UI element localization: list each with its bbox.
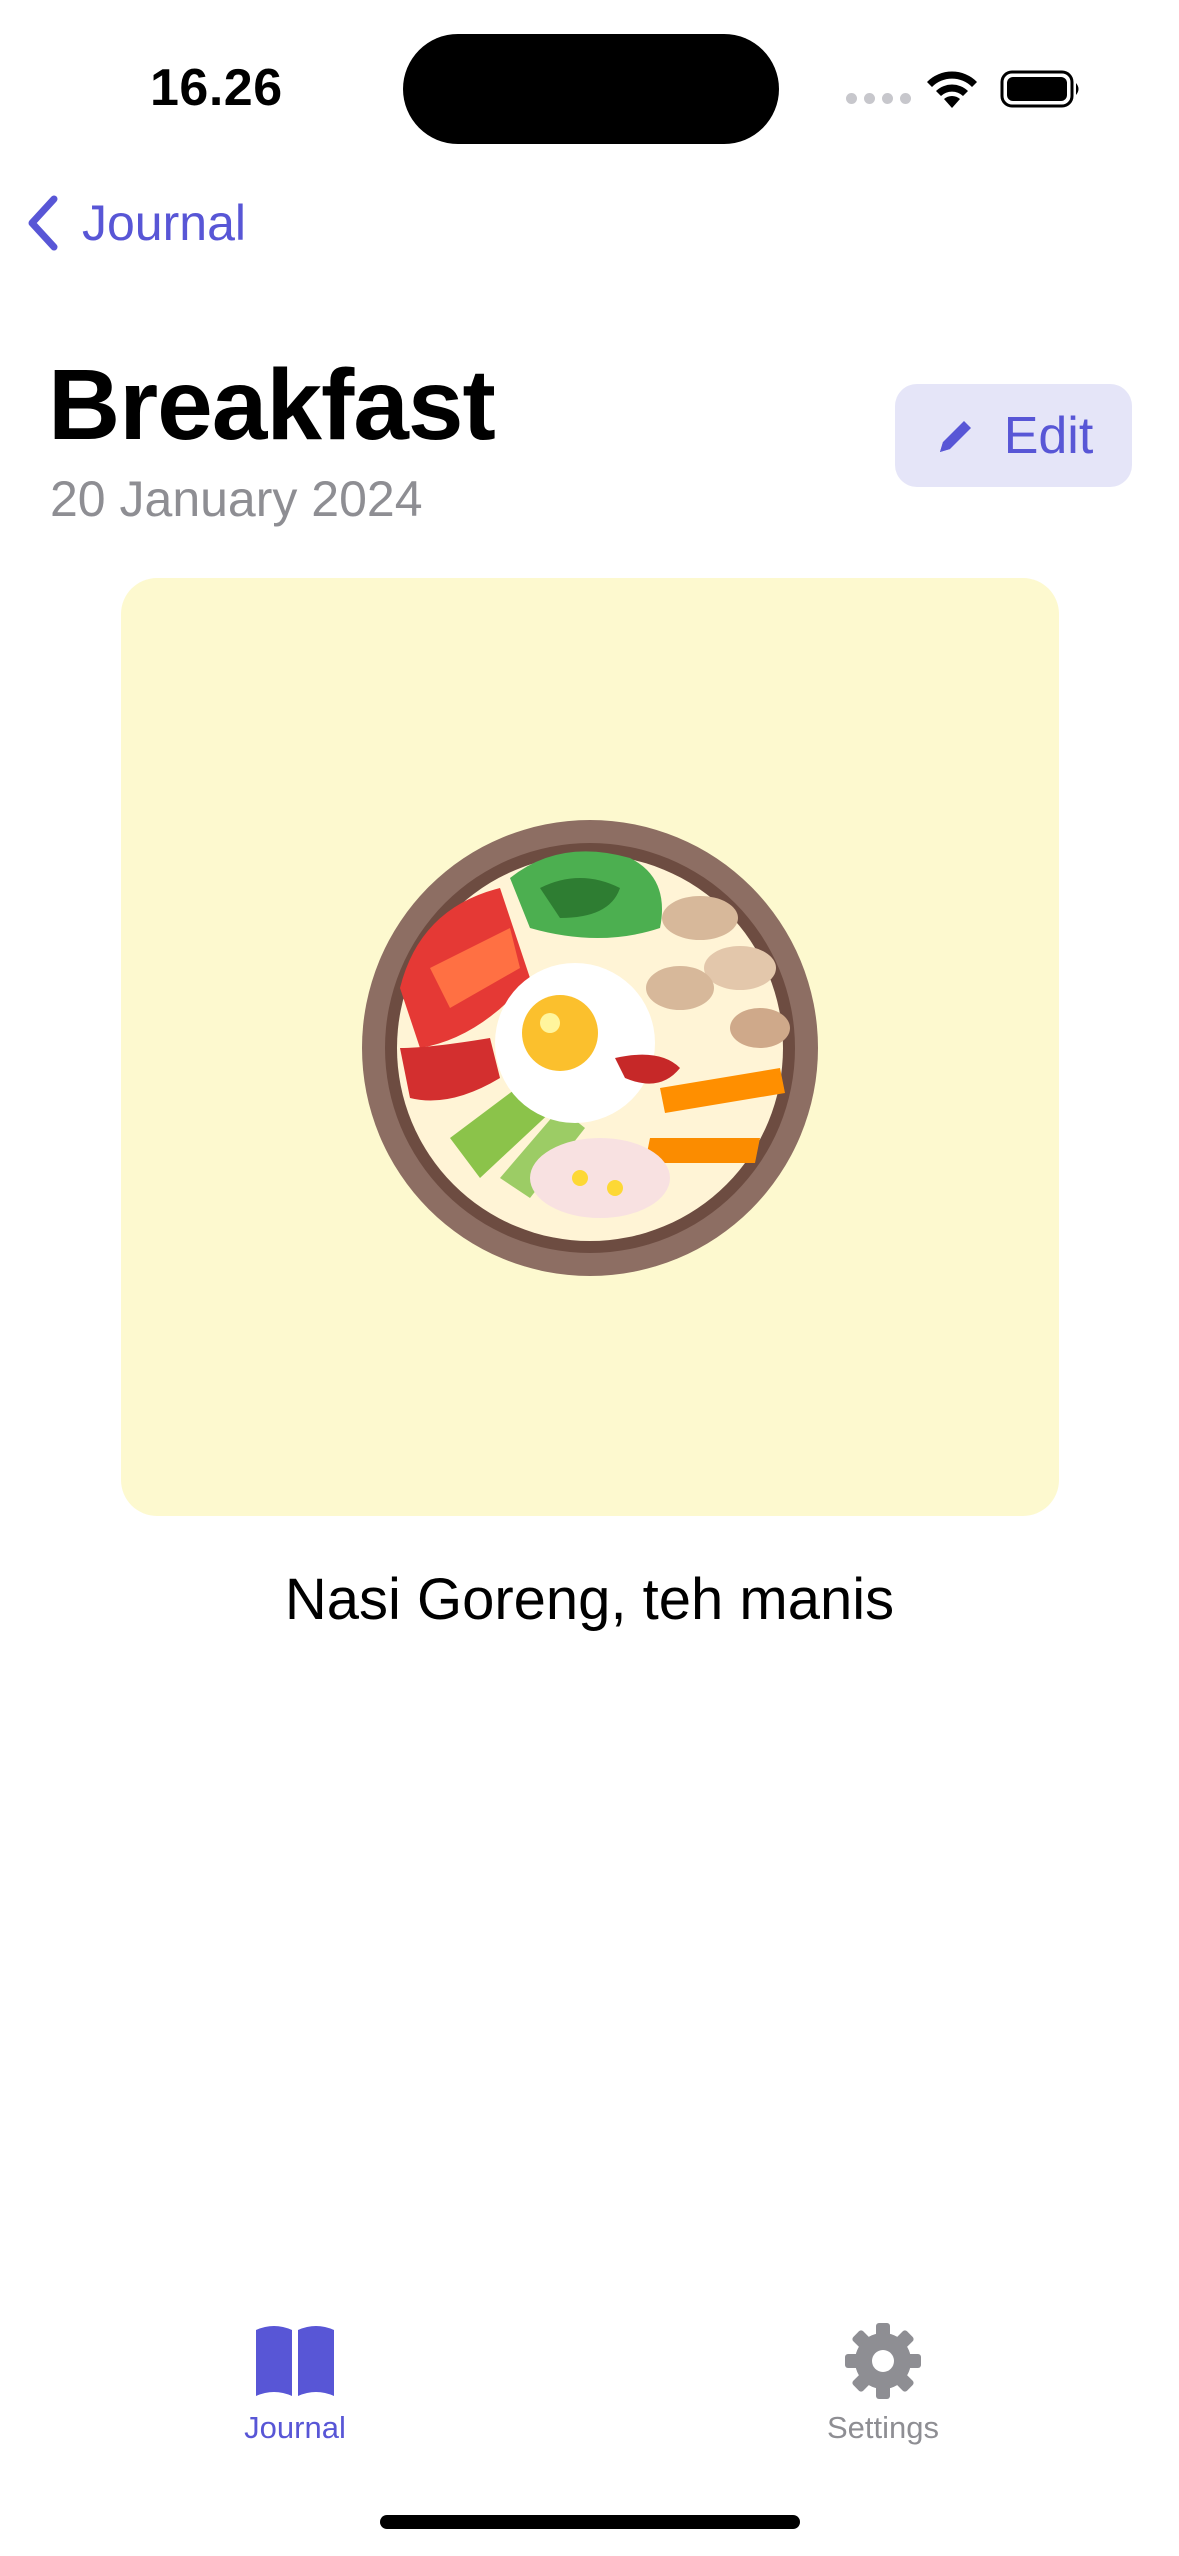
book-icon — [256, 2326, 334, 2396]
page-title: Breakfast — [48, 349, 496, 461]
tab-settings[interactable]: Settings — [763, 2322, 1003, 2446]
dynamic-island — [403, 34, 779, 144]
back-button-label: Journal — [82, 195, 246, 251]
cellular-signal-icon — [846, 93, 911, 104]
tab-settings-label: Settings — [826, 2410, 939, 2445]
wifi-icon — [927, 71, 977, 108]
back-button[interactable]: Journal — [24, 193, 246, 253]
battery-icon — [1000, 70, 1079, 108]
tab-journal[interactable]: Journal — [175, 2322, 415, 2446]
status-time: 16.26 — [150, 59, 283, 117]
pencil-icon — [939, 420, 971, 452]
entry-caption: Nasi Goreng, teh manis — [284, 1567, 895, 1632]
home-indicator[interactable] — [380, 2515, 800, 2529]
entry-date: 20 January 2024 — [50, 471, 423, 527]
tab-journal-label: Journal — [244, 2410, 346, 2445]
food-bowl-illustration — [362, 820, 818, 1276]
chevron-left-icon — [28, 195, 58, 251]
edit-button[interactable]: Edit — [895, 384, 1132, 487]
edit-button-label: Edit — [1003, 406, 1094, 465]
gear-icon — [845, 2323, 921, 2399]
